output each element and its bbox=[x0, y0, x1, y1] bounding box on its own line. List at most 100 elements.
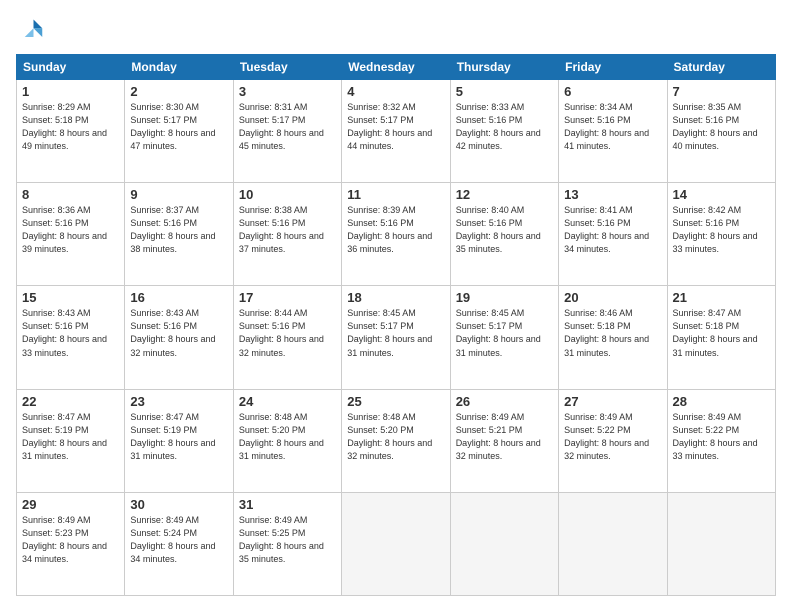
calendar-cell: 4 Sunrise: 8:32 AMSunset: 5:17 PMDaylight… bbox=[342, 80, 450, 183]
weekday-header-sunday: Sunday bbox=[17, 55, 125, 80]
calendar-cell: 20 Sunrise: 8:46 AMSunset: 5:18 PMDayligh… bbox=[559, 286, 667, 389]
calendar-cell: 13 Sunrise: 8:41 AMSunset: 5:16 PMDayligh… bbox=[559, 183, 667, 286]
calendar-week-4: 22 Sunrise: 8:47 AMSunset: 5:19 PMDayligh… bbox=[17, 389, 776, 492]
calendar-cell: 9 Sunrise: 8:37 AMSunset: 5:16 PMDaylight… bbox=[125, 183, 233, 286]
day-number: 25 bbox=[347, 394, 444, 409]
day-number: 12 bbox=[456, 187, 553, 202]
calendar-cell: 16 Sunrise: 8:43 AMSunset: 5:16 PMDayligh… bbox=[125, 286, 233, 389]
calendar-cell: 17 Sunrise: 8:44 AMSunset: 5:16 PMDayligh… bbox=[233, 286, 341, 389]
day-number: 20 bbox=[564, 290, 661, 305]
day-number: 23 bbox=[130, 394, 227, 409]
day-number: 16 bbox=[130, 290, 227, 305]
calendar-cell: 25 Sunrise: 8:48 AMSunset: 5:20 PMDayligh… bbox=[342, 389, 450, 492]
weekday-header-monday: Monday bbox=[125, 55, 233, 80]
calendar-cell: 26 Sunrise: 8:49 AMSunset: 5:21 PMDayligh… bbox=[450, 389, 558, 492]
day-number: 18 bbox=[347, 290, 444, 305]
calendar-cell: 6 Sunrise: 8:34 AMSunset: 5:16 PMDaylight… bbox=[559, 80, 667, 183]
calendar-cell: 15 Sunrise: 8:43 AMSunset: 5:16 PMDayligh… bbox=[17, 286, 125, 389]
day-number: 27 bbox=[564, 394, 661, 409]
day-info: Sunrise: 8:31 AMSunset: 5:17 PMDaylight:… bbox=[239, 102, 324, 151]
day-number: 19 bbox=[456, 290, 553, 305]
day-info: Sunrise: 8:49 AMSunset: 5:25 PMDaylight:… bbox=[239, 515, 324, 564]
day-info: Sunrise: 8:43 AMSunset: 5:16 PMDaylight:… bbox=[130, 308, 215, 357]
day-number: 28 bbox=[673, 394, 770, 409]
weekday-header-tuesday: Tuesday bbox=[233, 55, 341, 80]
calendar-cell: 1Sunrise: 8:29 AMSunset: 5:18 PMDaylight… bbox=[17, 80, 125, 183]
day-info: Sunrise: 8:47 AMSunset: 5:18 PMDaylight:… bbox=[673, 308, 758, 357]
calendar-cell: 30 Sunrise: 8:49 AMSunset: 5:24 PMDayligh… bbox=[125, 492, 233, 595]
day-info: Sunrise: 8:37 AMSunset: 5:16 PMDaylight:… bbox=[130, 205, 215, 254]
day-info: Sunrise: 8:49 AMSunset: 5:23 PMDaylight:… bbox=[22, 515, 107, 564]
day-number: 15 bbox=[22, 290, 119, 305]
day-number: 30 bbox=[130, 497, 227, 512]
calendar-cell: 29 Sunrise: 8:49 AMSunset: 5:23 PMDayligh… bbox=[17, 492, 125, 595]
day-info: Sunrise: 8:36 AMSunset: 5:16 PMDaylight:… bbox=[22, 205, 107, 254]
calendar-cell: 23 Sunrise: 8:47 AMSunset: 5:19 PMDayligh… bbox=[125, 389, 233, 492]
logo-icon bbox=[16, 16, 44, 44]
day-number: 9 bbox=[130, 187, 227, 202]
weekday-header-wednesday: Wednesday bbox=[342, 55, 450, 80]
calendar-cell: 28 Sunrise: 8:49 AMSunset: 5:22 PMDayligh… bbox=[667, 389, 775, 492]
calendar-cell: 31 Sunrise: 8:49 AMSunset: 5:25 PMDayligh… bbox=[233, 492, 341, 595]
day-number: 14 bbox=[673, 187, 770, 202]
calendar-cell: 14 Sunrise: 8:42 AMSunset: 5:16 PMDayligh… bbox=[667, 183, 775, 286]
day-number: 22 bbox=[22, 394, 119, 409]
day-info: Sunrise: 8:44 AMSunset: 5:16 PMDaylight:… bbox=[239, 308, 324, 357]
day-number: 8 bbox=[22, 187, 119, 202]
day-number: 17 bbox=[239, 290, 336, 305]
day-number: 6 bbox=[564, 84, 661, 99]
calendar-week-5: 29 Sunrise: 8:49 AMSunset: 5:23 PMDayligh… bbox=[17, 492, 776, 595]
day-number: 3 bbox=[239, 84, 336, 99]
day-info: Sunrise: 8:49 AMSunset: 5:22 PMDaylight:… bbox=[673, 412, 758, 461]
day-number: 5 bbox=[456, 84, 553, 99]
day-number: 11 bbox=[347, 187, 444, 202]
day-info: Sunrise: 8:34 AMSunset: 5:16 PMDaylight:… bbox=[564, 102, 649, 151]
day-info: Sunrise: 8:35 AMSunset: 5:16 PMDaylight:… bbox=[673, 102, 758, 151]
day-info: Sunrise: 8:49 AMSunset: 5:24 PMDaylight:… bbox=[130, 515, 215, 564]
day-info: Sunrise: 8:45 AMSunset: 5:17 PMDaylight:… bbox=[456, 308, 541, 357]
day-info: Sunrise: 8:30 AMSunset: 5:17 PMDaylight:… bbox=[130, 102, 215, 151]
day-info: Sunrise: 8:43 AMSunset: 5:16 PMDaylight:… bbox=[22, 308, 107, 357]
calendar-cell bbox=[559, 492, 667, 595]
day-info: Sunrise: 8:48 AMSunset: 5:20 PMDaylight:… bbox=[347, 412, 432, 461]
calendar-week-1: 1Sunrise: 8:29 AMSunset: 5:18 PMDaylight… bbox=[17, 80, 776, 183]
day-number: 10 bbox=[239, 187, 336, 202]
day-info: Sunrise: 8:47 AMSunset: 5:19 PMDaylight:… bbox=[130, 412, 215, 461]
day-info: Sunrise: 8:45 AMSunset: 5:17 PMDaylight:… bbox=[347, 308, 432, 357]
weekday-header-saturday: Saturday bbox=[667, 55, 775, 80]
day-info: Sunrise: 8:49 AMSunset: 5:21 PMDaylight:… bbox=[456, 412, 541, 461]
page: SundayMondayTuesdayWednesdayThursdayFrid… bbox=[0, 0, 792, 612]
day-info: Sunrise: 8:38 AMSunset: 5:16 PMDaylight:… bbox=[239, 205, 324, 254]
calendar-cell: 21 Sunrise: 8:47 AMSunset: 5:18 PMDayligh… bbox=[667, 286, 775, 389]
day-number: 21 bbox=[673, 290, 770, 305]
calendar-cell: 7 Sunrise: 8:35 AMSunset: 5:16 PMDaylight… bbox=[667, 80, 775, 183]
day-info: Sunrise: 8:49 AMSunset: 5:22 PMDaylight:… bbox=[564, 412, 649, 461]
day-info: Sunrise: 8:46 AMSunset: 5:18 PMDaylight:… bbox=[564, 308, 649, 357]
day-info: Sunrise: 8:42 AMSunset: 5:16 PMDaylight:… bbox=[673, 205, 758, 254]
calendar-cell: 18 Sunrise: 8:45 AMSunset: 5:17 PMDayligh… bbox=[342, 286, 450, 389]
calendar-cell bbox=[342, 492, 450, 595]
day-number: 29 bbox=[22, 497, 119, 512]
day-info: Sunrise: 8:33 AMSunset: 5:16 PMDaylight:… bbox=[456, 102, 541, 151]
header bbox=[16, 16, 776, 44]
day-number: 7 bbox=[673, 84, 770, 99]
day-number: 2 bbox=[130, 84, 227, 99]
calendar-cell: 3 Sunrise: 8:31 AMSunset: 5:17 PMDaylight… bbox=[233, 80, 341, 183]
calendar-table: SundayMondayTuesdayWednesdayThursdayFrid… bbox=[16, 54, 776, 596]
day-info: Sunrise: 8:40 AMSunset: 5:16 PMDaylight:… bbox=[456, 205, 541, 254]
day-info: Sunrise: 8:32 AMSunset: 5:17 PMDaylight:… bbox=[347, 102, 432, 151]
day-number: 13 bbox=[564, 187, 661, 202]
calendar-week-2: 8 Sunrise: 8:36 AMSunset: 5:16 PMDaylight… bbox=[17, 183, 776, 286]
weekday-header-friday: Friday bbox=[559, 55, 667, 80]
calendar-cell: 5 Sunrise: 8:33 AMSunset: 5:16 PMDaylight… bbox=[450, 80, 558, 183]
day-info: Sunrise: 8:41 AMSunset: 5:16 PMDaylight:… bbox=[564, 205, 649, 254]
day-number: 31 bbox=[239, 497, 336, 512]
day-info: Sunrise: 8:48 AMSunset: 5:20 PMDaylight:… bbox=[239, 412, 324, 461]
day-number: 26 bbox=[456, 394, 553, 409]
day-number: 4 bbox=[347, 84, 444, 99]
day-info: Sunrise: 8:47 AMSunset: 5:19 PMDaylight:… bbox=[22, 412, 107, 461]
calendar-cell bbox=[450, 492, 558, 595]
day-info: Sunrise: 8:39 AMSunset: 5:16 PMDaylight:… bbox=[347, 205, 432, 254]
calendar-cell: 2 Sunrise: 8:30 AMSunset: 5:17 PMDaylight… bbox=[125, 80, 233, 183]
calendar-cell: 12 Sunrise: 8:40 AMSunset: 5:16 PMDayligh… bbox=[450, 183, 558, 286]
